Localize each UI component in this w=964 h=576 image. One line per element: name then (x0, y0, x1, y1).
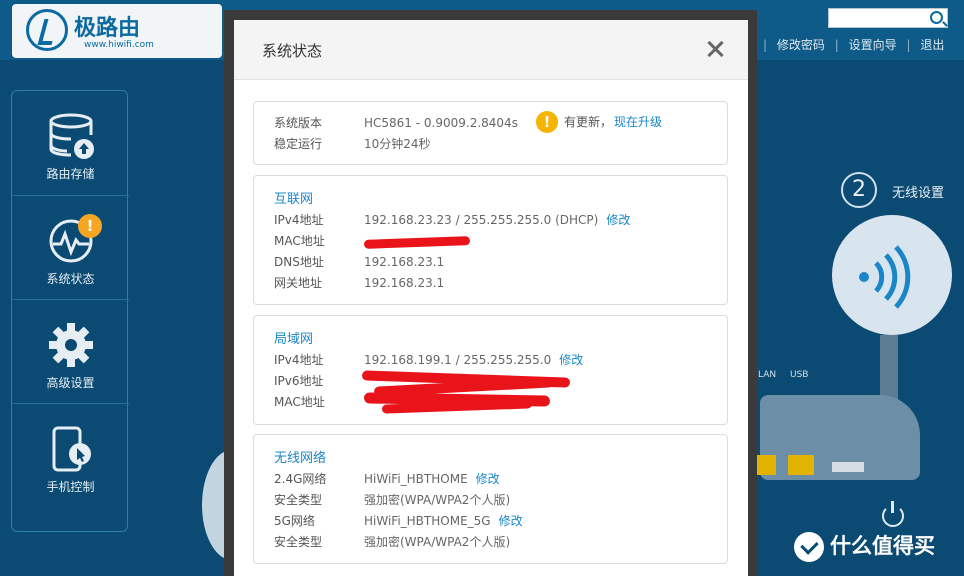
sidebar-item-status[interactable]: 系统状态 ! (12, 195, 129, 299)
version-label: 系统版本 (274, 116, 323, 130)
update-notice: 有更新， 现在升级 (564, 113, 662, 130)
edit-wan-ipv4-link[interactable]: 修改 (606, 213, 630, 227)
step-number[interactable]: 2 (841, 172, 877, 208)
edit-wifi-5g-link[interactable]: 修改 (499, 514, 523, 528)
alert-badge: ! (78, 214, 102, 238)
internet-card: 互联网 IPv4地址 192.168.23.23 / 255.255.255.0… (253, 175, 728, 305)
redaction-mark (363, 236, 471, 249)
gateway-label: 网关地址 (274, 276, 323, 290)
gateway-value: 192.168.23.1 (364, 276, 445, 290)
system-card: 系统版本 HC5861 - 0.9009.2.8404s ! 有更新， 现在升级 … (253, 101, 728, 165)
sidebar-item-label: 路由存储 (46, 167, 95, 181)
setup-wizard-link[interactable]: 设置向导 (849, 38, 897, 52)
wan-ipv4-value: 192.168.23.23 / 255.255.255.0 (DHCP) (364, 213, 599, 227)
logo[interactable]: 极路由 www.hiwifi.com (12, 4, 222, 58)
dns-label: DNS地址 (274, 255, 324, 269)
wifi-24g-value: HiWiFi_HBTHOME (364, 472, 468, 486)
power-icon[interactable] (882, 501, 904, 527)
search-input[interactable] (828, 8, 948, 28)
uptime-label: 稳定运行 (274, 137, 323, 151)
sidebar-item-mobile[interactable]: 手机控制 (12, 403, 129, 507)
watermark: 什么值得买 (794, 530, 935, 562)
logout-link[interactable]: 退出 (920, 38, 944, 52)
wifi-5g-value: HiWiFi_HBTHOME_5G (364, 514, 491, 528)
change-password-link[interactable]: 修改密码 (777, 38, 825, 52)
wifi-24g-label: 2.4G网络 (274, 472, 327, 486)
lan-ipv4-value: 192.168.199.1 / 255.255.255.0 (364, 353, 552, 367)
gear-icon (48, 322, 94, 368)
lan-mac-label: MAC地址 (274, 395, 325, 409)
lan-ipv4-label: IPv4地址 (274, 353, 324, 367)
lan-ipv6-label: IPv6地址 (274, 374, 324, 388)
usb-port-label: USB (790, 370, 809, 380)
dialog-title: 系统状态 (262, 42, 323, 60)
wifi-5g-label: 5G网络 (274, 514, 315, 528)
logo-url: www.hiwifi.com (84, 40, 154, 50)
phone-icon (48, 426, 94, 472)
security-24g-label: 安全类型 (274, 493, 323, 507)
sidebar-item-advanced[interactable]: 高级设置 (12, 299, 129, 403)
step-label[interactable]: 无线设置 (892, 182, 944, 201)
watermark-text: 什么值得买 (830, 534, 935, 558)
sidebar-item-storage[interactable]: 路由存储 (12, 91, 129, 195)
watermark-icon (794, 532, 824, 562)
logo-text: 极路由 (74, 16, 141, 41)
lan-title: 局域网 (274, 332, 314, 347)
security-5g-value: 强加密(WPA/WPA2个人版) (364, 535, 511, 549)
edit-wifi-24g-link[interactable]: 修改 (476, 472, 500, 486)
version-value: HC5861 - 0.9009.2.8404s (364, 116, 518, 130)
top-links: | 修改密码 | 设置向导 | 退出 (763, 38, 945, 52)
wireless-title: 无线网络 (274, 451, 327, 466)
storage-icon (48, 113, 94, 159)
lan-card: 局域网 IPv4地址 192.168.199.1 / 255.255.255.0… (253, 315, 728, 425)
sidebar-item-label: 高级设置 (46, 376, 95, 390)
sidebar-item-label: 手机控制 (46, 480, 95, 494)
security-24g-value: 强加密(WPA/WPA2个人版) (364, 493, 511, 507)
sidebar-item-label: 系统状态 (46, 272, 95, 286)
wireless-card: 无线网络 2.4G网络 HiWiFi_HBTHOME 修改 安全类型 强加密(WP… (253, 434, 728, 564)
lan-port (788, 455, 814, 475)
security-5g-label: 安全类型 (274, 535, 323, 549)
edit-lan-ipv4-link[interactable]: 修改 (559, 353, 583, 367)
search-icon[interactable] (930, 11, 943, 24)
uptime-value: 10分钟24秒 (364, 137, 431, 151)
close-icon[interactable] (706, 40, 724, 58)
lan-port-label: LAN (758, 370, 777, 380)
logo-icon (26, 9, 68, 51)
wifi-router-icon[interactable] (832, 215, 952, 335)
internet-title: 互联网 (274, 192, 314, 207)
update-text: 有更新， (564, 115, 613, 129)
upgrade-now-link[interactable]: 现在升级 (614, 115, 662, 129)
wan-mac-label: MAC地址 (274, 234, 325, 248)
usb-port (832, 462, 864, 472)
dialog-header: 系统状态 (234, 20, 748, 80)
dns-value: 192.168.23.1 (364, 255, 445, 269)
sidebar: 路由存储 系统状态 ! 高级设置 手机控制 (11, 90, 129, 532)
system-status-dialog: 系统状态 系统版本 HC5861 - 0.9009.2.8404s ! 有更新，… (234, 20, 748, 576)
warning-icon: ! (536, 111, 558, 133)
wan-ipv4-label: IPv4地址 (274, 213, 324, 227)
